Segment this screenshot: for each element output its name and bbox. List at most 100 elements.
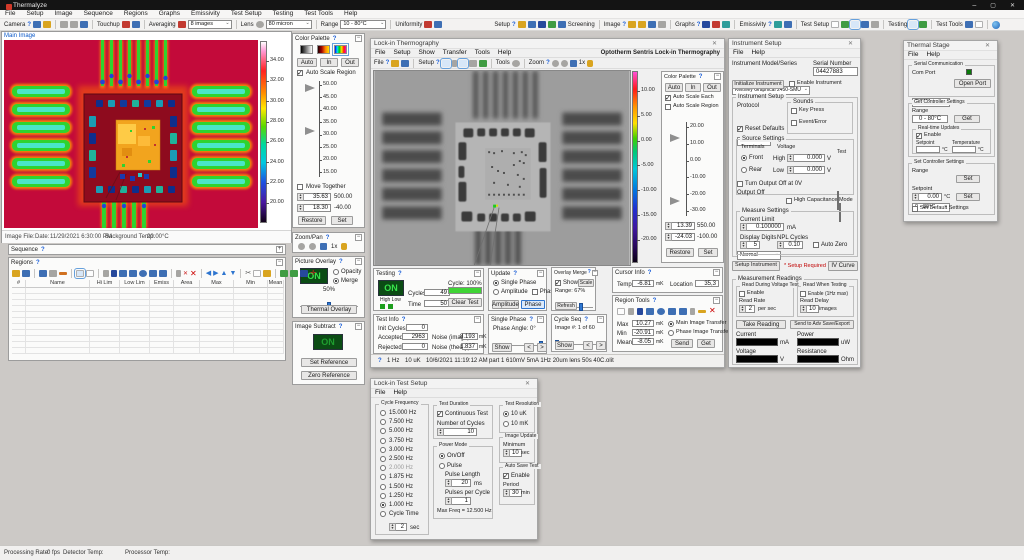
cycle-seq-help-icon[interactable]: ? <box>584 317 588 323</box>
minimum-spinner[interactable]: ▲▼10 <box>503 449 519 457</box>
cycle-seq-header[interactable]: Cycle Seq ? − <box>552 315 606 324</box>
display-digits-spinner[interactable]: ▲▼5 <box>740 241 760 249</box>
frequency-radio[interactable] <box>380 456 386 462</box>
set-reference-button[interactable]: Set Reference <box>301 358 357 367</box>
phase-checkbox[interactable] <box>532 289 538 295</box>
thermometer-icon[interactable] <box>851 21 859 28</box>
collapse-icon[interactable]: − <box>714 73 721 80</box>
overlay-show-checkbox[interactable] <box>555 280 561 286</box>
regions-column-header[interactable]: Area <box>174 280 200 288</box>
line-tool-icon[interactable] <box>111 270 117 277</box>
menu-item[interactable]: Help <box>344 11 357 18</box>
regions-header[interactable]: Regions ? − <box>9 258 285 267</box>
move-together-checkbox[interactable] <box>297 184 303 190</box>
region-graph-icon[interactable] <box>300 270 308 277</box>
lockin-close-icon[interactable]: ✕ <box>708 39 721 48</box>
testing-on-button[interactable]: ON <box>378 280 404 296</box>
menu-item[interactable]: Emissivity <box>191 11 220 18</box>
frequency-radio[interactable] <box>380 474 386 480</box>
regions-column-header[interactable]: Min <box>234 280 268 288</box>
overlay-refresh-button[interactable]: Refresh <box>555 302 577 310</box>
regions-column-header[interactable]: Low Lim <box>120 280 150 288</box>
cycle-frequency-option[interactable]: Cycle Time <box>380 511 419 517</box>
frequency-radio[interactable] <box>380 502 386 508</box>
period-spinner[interactable]: ▲▼30 <box>503 489 519 497</box>
lockin-menu-item[interactable]: File <box>375 50 385 57</box>
testing-help-icon[interactable]: ? <box>398 271 402 277</box>
collapse-icon[interactable]: − <box>537 316 544 323</box>
frequency-radio[interactable] <box>380 465 386 471</box>
uniformity-icon[interactable] <box>424 21 432 28</box>
current-limit-spinner[interactable]: ▲▼0.100000 <box>740 223 784 231</box>
rear-terminal-radio[interactable] <box>741 167 747 173</box>
rdvt-enable-checkbox[interactable] <box>739 291 745 297</box>
menu-item[interactable]: Sequence <box>84 11 113 18</box>
palette-rainbow-button[interactable] <box>334 45 347 54</box>
freehand-tool-icon[interactable] <box>159 270 167 277</box>
rt-pin-icon[interactable] <box>690 308 695 315</box>
lockin-palette-high-slider[interactable] <box>670 134 680 142</box>
clear-test-button[interactable]: Clear Test <box>448 298 482 307</box>
set-setpoint-spinner[interactable]: ▲▼0.00 <box>912 193 942 201</box>
graphs-help-icon[interactable]: ? <box>697 22 701 28</box>
select-cursor-icon[interactable] <box>76 270 84 277</box>
save-regions-icon[interactable] <box>22 270 30 277</box>
region-tools-help-icon[interactable]: ? <box>653 298 657 304</box>
cycle-frequency-option[interactable]: 1.875 Hz <box>380 474 419 480</box>
lockin-instrument-icon[interactable] <box>459 60 467 67</box>
image-subtract-help-icon[interactable]: ? <box>339 324 343 330</box>
test-info-header[interactable]: Test Info ? − <box>374 315 483 324</box>
read-delay-spinner[interactable]: ▲▼10 <box>800 305 816 313</box>
collapse-icon[interactable]: − <box>537 270 544 277</box>
testing-header[interactable]: Testing ? − <box>374 269 483 278</box>
lockin-zoom-fit-icon[interactable] <box>570 60 577 67</box>
amplitude-button[interactable]: Amplitude <box>492 300 519 309</box>
lockin-status-help-icon[interactable]: ? <box>378 358 382 364</box>
set-range-button[interactable]: Set <box>956 175 980 183</box>
reset-defaults-checkbox[interactable] <box>737 126 743 132</box>
collapse-icon[interactable]: − <box>713 269 720 276</box>
on-off-radio[interactable] <box>439 453 445 459</box>
move-down-icon[interactable]: ▼ <box>229 270 236 277</box>
regions-help-icon[interactable]: ? <box>36 260 40 266</box>
test-setup-titlebar[interactable]: Lock-in Test Setup ✕ <box>371 379 537 389</box>
lockin-display-icon[interactable] <box>442 60 450 67</box>
uniformity-image-icon[interactable] <box>434 21 442 28</box>
cycle-time-spinner[interactable]: ▲▼2 <box>389 523 407 531</box>
cycle-frequency-option[interactable]: 2.000 Hz <box>380 465 419 471</box>
sequence-header[interactable]: Sequence ? + <box>9 245 285 254</box>
set-default-settings-checkbox[interactable] <box>912 206 918 212</box>
lockin-wrench-icon[interactable] <box>469 60 477 67</box>
send-to-adv-button[interactable]: Send to Adv Save/Export <box>790 320 854 329</box>
cursor-info-header[interactable]: Cursor Info ? − <box>613 268 722 277</box>
gear-icon[interactable] <box>256 21 264 28</box>
collapse-icon[interactable]: − <box>355 258 362 265</box>
realtime-enable-checkbox[interactable] <box>916 133 922 139</box>
menu-item[interactable]: Image <box>54 11 72 18</box>
collapse-icon[interactable]: − <box>474 316 481 323</box>
lockin-battery-icon[interactable] <box>452 60 457 67</box>
menu-item[interactable]: Test Setup <box>231 11 262 18</box>
test-tools-graph-icon[interactable] <box>975 21 983 28</box>
polygon-tool-icon[interactable] <box>149 270 157 277</box>
collapse-icon[interactable]: − <box>474 270 481 277</box>
palette-low-slider[interactable] <box>305 127 315 135</box>
amplitude-radio[interactable] <box>493 289 499 295</box>
regions-table-body[interactable] <box>12 288 284 354</box>
pan-hand-icon[interactable] <box>341 243 347 250</box>
lockin-palette-help-icon[interactable]: ? <box>699 74 703 80</box>
initialize-instrument-button[interactable]: Initialize Instrument <box>732 80 784 89</box>
cycle-seq-show-button[interactable]: Show <box>555 341 574 350</box>
pulse-length-spinner[interactable]: ▲▼20 <box>445 479 471 487</box>
cycle-frequency-option[interactable]: 1.250 Hz <box>380 493 419 499</box>
cycle-frequency-option[interactable]: 3.750 Hz <box>380 438 419 444</box>
resolution-10mk-radio[interactable] <box>503 421 509 427</box>
lockin-tools-icon[interactable] <box>512 60 520 67</box>
move-right-icon[interactable]: ▶ <box>213 270 218 277</box>
rt-line-icon[interactable] <box>698 310 706 313</box>
open-regions-icon[interactable] <box>12 270 20 277</box>
event-error-checkbox[interactable] <box>791 120 797 126</box>
menu-item[interactable]: Test Tools <box>304 11 333 18</box>
rt-freehand-tool-icon[interactable] <box>679 308 687 315</box>
zoom-pan-header[interactable]: Zoom/Pan ? − <box>293 233 364 242</box>
